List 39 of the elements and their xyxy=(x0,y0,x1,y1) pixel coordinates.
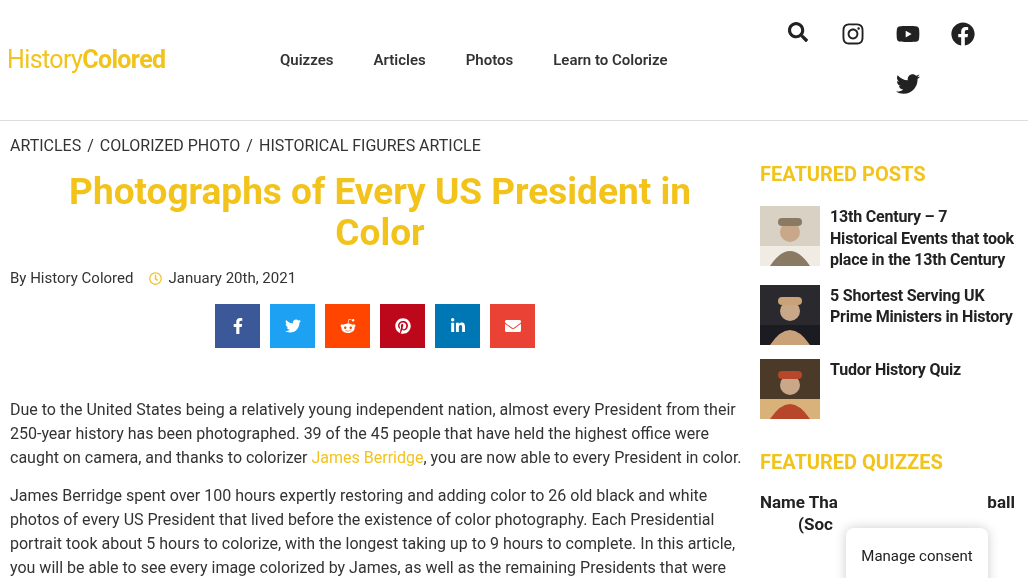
quiz-title[interactable]: (Soc xyxy=(798,513,833,534)
twitter-icon[interactable] xyxy=(895,72,920,96)
breadcrumb-separator: / xyxy=(246,135,253,157)
author: By History Colored xyxy=(10,268,134,289)
email-icon xyxy=(504,317,521,334)
breadcrumb-link[interactable]: ARTICLES xyxy=(10,134,82,158)
twitter-icon xyxy=(284,317,301,334)
share-button[interactable] xyxy=(380,303,425,348)
section-heading: FEATURED POSTS xyxy=(760,161,927,188)
breadcrumb-link[interactable]: HISTORICAL FIGURES ARTICLE xyxy=(258,134,481,158)
post-link[interactable]: 13th Century – 7 Historical Events that took place in the 13th Century xyxy=(830,206,1015,271)
manage-consent-button[interactable]: Manage consent xyxy=(846,528,988,578)
quiz-title[interactable]: ball xyxy=(987,490,1015,513)
share-button[interactable] xyxy=(270,303,315,348)
nav-link[interactable]: Articles xyxy=(373,48,426,72)
breadcrumb-separator: / xyxy=(87,135,94,157)
post-link[interactable]: Tudor History Quiz xyxy=(830,358,961,419)
reddit-icon xyxy=(339,317,356,334)
share-button[interactable] xyxy=(490,303,535,348)
share-button[interactable] xyxy=(325,303,370,348)
facebook-icon[interactable] xyxy=(950,22,975,46)
share-button[interactable] xyxy=(215,303,260,348)
quiz-title[interactable]: Name Tha xyxy=(760,490,838,513)
search-icon[interactable] xyxy=(787,22,808,42)
instagram-icon[interactable] xyxy=(840,22,865,46)
nav-link[interactable]: Photos xyxy=(465,48,514,72)
paragraph: James Berridge spent over 100 hours expertly restoring and adding color to 26 old black and white photos of every US President that lived before the existence of color photography. Each Presidential portrait took about 5 hours to colorize, with the longest taking up to 9 hours to complete. In this article, you will be able to see every image colorized by James, as well as the remaining Presidents that were xyxy=(10,484,737,578)
paragraph: Due to the United States being a relatively young independent nation, almost every President from their 250-year history has been photographed. 39 of the 45 people that have held the highest office were caught on camera, and thanks to colorizer James Berridge, you are now able to every President in color. xyxy=(10,398,743,469)
share-button[interactable] xyxy=(435,303,480,348)
breadcrumb-link[interactable]: COLORIZED PHOTO xyxy=(99,134,241,158)
section-heading: FEATURED QUIZZES xyxy=(760,448,944,476)
clock-icon xyxy=(149,271,163,285)
post-link[interactable]: 5 Shortest Serving UK Prime Ministers in History xyxy=(830,284,1015,345)
pinterest-icon xyxy=(394,317,411,334)
nav-link[interactable]: Quizzes xyxy=(280,48,334,72)
nav-link[interactable]: Learn to Colorize xyxy=(553,48,668,72)
date: January 20th, 2021 xyxy=(168,268,297,289)
article-title: Photographs of Every US President in Color xyxy=(68,171,692,253)
linkedin-icon xyxy=(449,317,466,334)
